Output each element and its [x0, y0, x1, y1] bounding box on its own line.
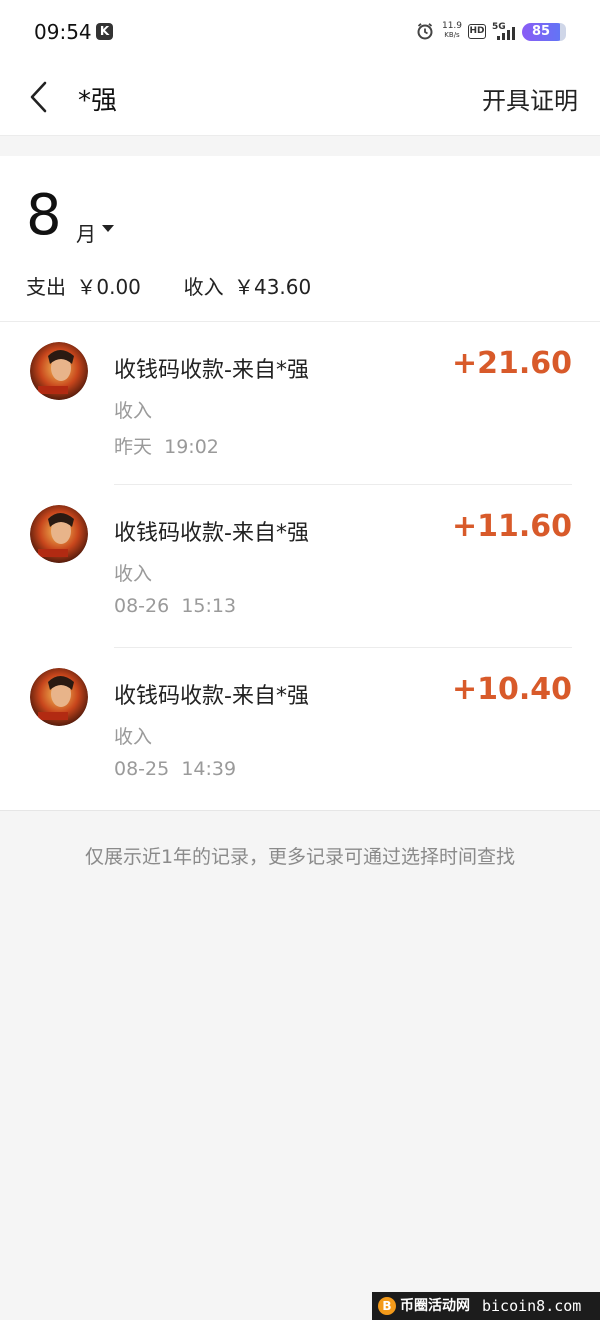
- transaction-time: 08-25 14:39: [114, 758, 236, 780]
- transaction-clock: 14:39: [181, 758, 237, 780]
- income-value: ￥43.60: [233, 275, 312, 299]
- transaction-type: 收入: [114, 400, 153, 422]
- k-app-icon: K: [96, 23, 113, 40]
- transaction-title: 收钱码收款-来自*强: [114, 521, 309, 546]
- month-unit: 月: [76, 222, 96, 246]
- battery-level: 85: [531, 24, 551, 39]
- alarm-icon: [417, 23, 433, 40]
- transaction-date: 08-26: [114, 595, 170, 617]
- caret-down-icon: [102, 225, 114, 232]
- signal-icon: 5G: [492, 22, 515, 40]
- page-title: *强: [78, 86, 118, 116]
- nav-bar: *强 开具证明: [0, 64, 600, 136]
- transaction-amount: +11.60: [451, 509, 572, 544]
- net-speed-value: 11.9: [441, 21, 463, 31]
- status-bar: 09:54 K 11.9 KB/s HD 5G 85: [0, 0, 600, 64]
- bitcoin-icon: B: [378, 1297, 396, 1315]
- history-limit-note: 仅展示近1年的记录，更多记录可通过选择时间查找: [84, 846, 516, 868]
- issue-certificate-button[interactable]: 开具证明: [482, 81, 578, 116]
- transaction-time: 昨天 19:02: [114, 432, 219, 459]
- expense-label: 支出: [26, 275, 66, 299]
- transaction-row[interactable]: 收钱码收款-来自*强 收入 昨天 19:02 +21.60: [0, 322, 600, 485]
- month-number: 8: [26, 183, 62, 248]
- expense-value: ￥0.00: [76, 275, 141, 299]
- transaction-amount: +21.60: [451, 346, 572, 381]
- transaction-type: 收入: [114, 563, 153, 585]
- month-summary: 8 月 支出 ￥0.00 收入 ￥43.60: [0, 156, 600, 321]
- battery-indicator: 85: [522, 23, 566, 41]
- transaction-clock: 15:13: [181, 595, 237, 617]
- transaction-row[interactable]: 收钱码收款-来自*强 收入 08-25 14:39 +10.40: [0, 648, 600, 811]
- transaction-date: 08-25: [114, 758, 170, 780]
- transaction-date: 昨天: [114, 436, 153, 458]
- transaction-amount: +10.40: [451, 672, 572, 707]
- avatar: [30, 668, 88, 726]
- watermark-site-name: 币圈活动网: [400, 1298, 470, 1314]
- transaction-time: 08-26 15:13: [114, 595, 236, 617]
- month-selector[interactable]: 8 月: [26, 183, 114, 248]
- transaction-type: 收入: [114, 726, 153, 748]
- avatar: [30, 505, 88, 563]
- net-speed-unit: KB/s: [444, 31, 460, 39]
- transaction-row[interactable]: 收钱码收款-来自*强 收入 08-26 15:13 +11.60: [0, 485, 600, 648]
- transaction-title: 收钱码收款-来自*强: [114, 684, 309, 709]
- hd-icon: HD: [468, 24, 486, 39]
- transaction-title: 收钱码收款-来自*强: [114, 358, 309, 383]
- income-label: 收入: [183, 275, 224, 299]
- network-type: 5G: [492, 22, 506, 32]
- site-watermark: B 币圈活动网 bicoin8.com: [372, 1292, 600, 1320]
- avatar: [30, 342, 88, 400]
- page: 09:54 K 11.9 KB/s HD 5G 85 *强 开具证明 8 月 支…: [0, 0, 600, 1320]
- back-arrow-icon[interactable]: [26, 80, 52, 114]
- net-speed: 11.9 KB/s: [440, 22, 464, 40]
- month-totals: 支出 ￥0.00 收入 ￥43.60: [26, 271, 315, 300]
- status-time: 09:54: [34, 20, 92, 44]
- transaction-clock: 19:02: [164, 436, 219, 458]
- transaction-list: 收钱码收款-来自*强 收入 昨天 19:02 +21.60 收钱码收款-来自*强…: [0, 321, 600, 811]
- watermark-site-url: bicoin8.com: [482, 1297, 582, 1315]
